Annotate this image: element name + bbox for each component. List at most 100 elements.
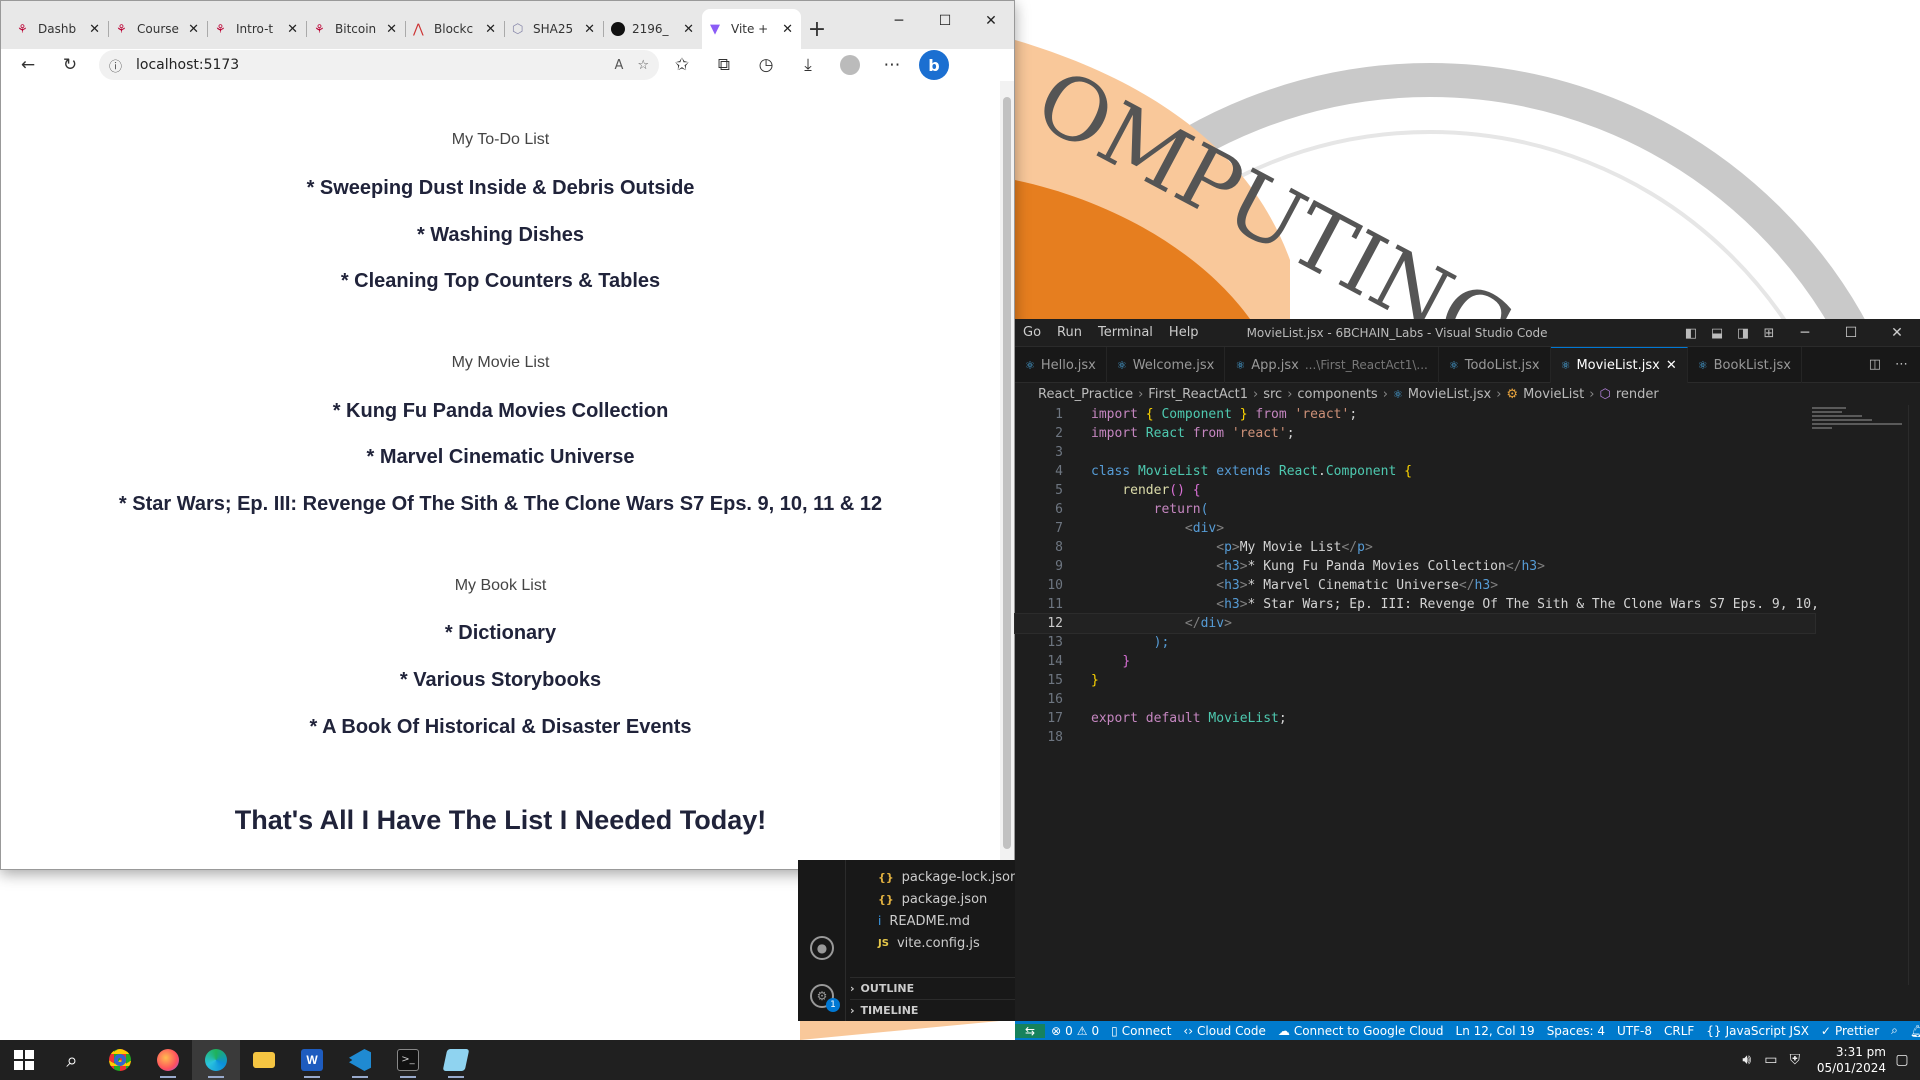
terminal-icon[interactable]: >_: [384, 1040, 432, 1080]
new-tab-button[interactable]: +: [801, 9, 833, 49]
breadcrumb-item[interactable]: First_ReactAct1: [1148, 387, 1248, 402]
more-actions-icon[interactable]: ⋯: [1895, 357, 1908, 372]
browser-tab[interactable]: ⚘ Course ✕: [108, 9, 207, 49]
browser-tab-active[interactable]: ▼ Vite + ✕: [702, 9, 801, 49]
split-editor-icon[interactable]: ◫: [1869, 357, 1881, 372]
download-icon[interactable]: ⤓: [789, 50, 827, 80]
security-icon[interactable]: ⛨: [1787, 1052, 1803, 1068]
notifications-icon[interactable]: ▢: [1894, 1052, 1910, 1068]
encoding[interactable]: UTF-8: [1611, 1023, 1658, 1038]
page-scrollbar[interactable]: [1000, 81, 1014, 871]
breadcrumb-item[interactable]: MovieList: [1523, 387, 1584, 402]
cursor-position[interactable]: Ln 12, Col 19: [1450, 1023, 1541, 1038]
browser-tab[interactable]: ⚘ Bitcoin ✕: [306, 9, 405, 49]
close-icon[interactable]: ✕: [1874, 325, 1920, 341]
read-aloud-icon[interactable]: A: [614, 58, 623, 73]
collections-icon[interactable]: ⧉: [705, 50, 743, 80]
editor-tab[interactable]: ⚛ BookList.jsx: [1688, 347, 1802, 383]
url-text[interactable]: localhost:5173: [136, 57, 600, 73]
breadcrumb-item[interactable]: src: [1263, 387, 1282, 402]
minimize-icon[interactable]: ─: [1782, 325, 1828, 341]
account-icon[interactable]: ●: [810, 936, 834, 960]
tab-close-icon[interactable]: ✕: [782, 22, 793, 37]
language-mode[interactable]: {} JavaScript JSX: [1700, 1023, 1815, 1038]
tab-close-icon[interactable]: ✕: [683, 22, 694, 37]
refresh-icon[interactable]: ↻: [51, 50, 89, 80]
problems-indicator[interactable]: ⊗ 0 ⚠ 0: [1045, 1024, 1105, 1038]
start-button[interactable]: [0, 1040, 48, 1080]
cloud-code-button[interactable]: ‹› Cloud Code: [1177, 1024, 1271, 1038]
maximize-icon[interactable]: ☐: [922, 1, 968, 41]
profile-icon[interactable]: [831, 50, 869, 80]
tab-close-icon[interactable]: ✕: [485, 22, 496, 37]
connect-button[interactable]: ▯ Connect: [1105, 1024, 1177, 1038]
tab-close-icon[interactable]: ✕: [287, 22, 298, 37]
clock[interactable]: 3:31 pm 05/01/2024: [1817, 1044, 1886, 1076]
notifications-bell-icon[interactable]: 🔔︎: [1904, 1023, 1920, 1038]
timeline-section[interactable]: › TIMELINE: [850, 999, 1020, 1021]
menu-help[interactable]: Help: [1161, 325, 1207, 340]
vscode-icon[interactable]: [336, 1040, 384, 1080]
breadcrumb-item[interactable]: components: [1297, 387, 1377, 402]
browser-tab[interactable]: ⚘ Intro-t ✕: [207, 9, 306, 49]
prettier-status[interactable]: ✓ Prettier: [1815, 1023, 1885, 1038]
more-icon[interactable]: ⋯: [873, 50, 911, 80]
menu-run[interactable]: Run: [1049, 325, 1090, 340]
chrome-icon[interactable]: [96, 1040, 144, 1080]
google-cloud-button[interactable]: ☁ Connect to Google Cloud: [1272, 1024, 1450, 1038]
edge-icon[interactable]: [192, 1040, 240, 1080]
explorer-file[interactable]: i README.md: [878, 910, 970, 932]
editor-tab[interactable]: ⚛ App.jsx ...\First_ReactAct1\...: [1225, 347, 1439, 383]
editor-tab[interactable]: ⚛ Welcome.jsx: [1107, 347, 1226, 383]
tab-close-icon[interactable]: ✕: [584, 22, 595, 37]
firefox-icon[interactable]: [144, 1040, 192, 1080]
network-icon[interactable]: ▭: [1763, 1052, 1779, 1068]
scrollbar-thumb[interactable]: [1003, 97, 1011, 849]
menu-go[interactable]: Go: [1015, 325, 1049, 340]
breadcrumb-item[interactable]: render: [1616, 387, 1659, 402]
editor-tab[interactable]: ⚛ TodoList.jsx: [1439, 347, 1551, 383]
minimap[interactable]: [1812, 405, 1908, 465]
outline-section[interactable]: › OUTLINE: [850, 977, 1020, 999]
customize-layout-icon[interactable]: ⊞: [1756, 326, 1782, 341]
breadcrumb-item[interactable]: MovieList.jsx: [1408, 387, 1491, 402]
browser-tab[interactable]: ⬡ SHA25 ✕: [504, 9, 603, 49]
explorer-file[interactable]: JS vite.config.js: [878, 932, 980, 954]
code-editor[interactable]: 1 import { Component } from 'react'; 2 imp…: [1014, 405, 1819, 985]
browser-tab[interactable]: 2196_ ✕: [603, 9, 702, 49]
tab-close-icon[interactable]: ✕: [89, 22, 100, 37]
copilot-icon[interactable]: b: [915, 50, 953, 80]
history-icon[interactable]: ◷: [747, 50, 785, 80]
menu-terminal[interactable]: Terminal: [1090, 325, 1161, 340]
minimize-icon[interactable]: ─: [876, 1, 922, 41]
notepad-icon[interactable]: [432, 1040, 480, 1080]
file-explorer-icon[interactable]: [240, 1040, 288, 1080]
toggle-sidebar-icon[interactable]: ◧: [1678, 326, 1704, 341]
tab-close-icon[interactable]: ✕: [386, 22, 397, 37]
tab-close-icon[interactable]: ✕: [188, 22, 199, 37]
favorite-add-icon[interactable]: ☆: [637, 58, 649, 73]
editor-tab[interactable]: ⚛ Hello.jsx: [1015, 347, 1107, 383]
indentation[interactable]: Spaces: 4: [1541, 1023, 1611, 1038]
browser-tab[interactable]: ⋀ Blockc ✕: [405, 9, 504, 49]
favorites-icon[interactable]: ✩: [663, 50, 701, 80]
info-icon[interactable]: ⓘ: [109, 56, 122, 75]
search-icon[interactable]: ⌕: [48, 1040, 96, 1080]
tab-close-icon[interactable]: ✕: [1666, 358, 1677, 373]
live-share-icon[interactable]: ⌕: [1885, 1023, 1904, 1038]
volume-icon[interactable]: 🔊︎: [1739, 1052, 1755, 1068]
editor-scrollbar[interactable]: [1908, 405, 1920, 985]
back-icon[interactable]: ←: [9, 50, 47, 80]
close-icon[interactable]: ✕: [968, 1, 1014, 41]
browser-tab[interactable]: ⚘ Dashb ✕: [9, 9, 108, 49]
address-bar[interactable]: ⓘ localhost:5173 A ☆: [99, 50, 659, 80]
editor-tab-active[interactable]: ⚛ MovieList.jsx ✕: [1550, 347, 1688, 383]
toggle-panel-icon[interactable]: ⬓: [1704, 326, 1730, 341]
breadcrumb-item[interactable]: React_Practice: [1038, 387, 1133, 402]
maximize-icon[interactable]: ☐: [1828, 325, 1874, 341]
word-icon[interactable]: W: [288, 1040, 336, 1080]
remote-indicator-icon[interactable]: ⇆: [1015, 1023, 1046, 1038]
toggle-secondary-sidebar-icon[interactable]: ◨: [1730, 326, 1756, 341]
line-ending[interactable]: CRLF: [1658, 1023, 1700, 1038]
explorer-file[interactable]: {} package-lock.json: [878, 866, 1018, 888]
